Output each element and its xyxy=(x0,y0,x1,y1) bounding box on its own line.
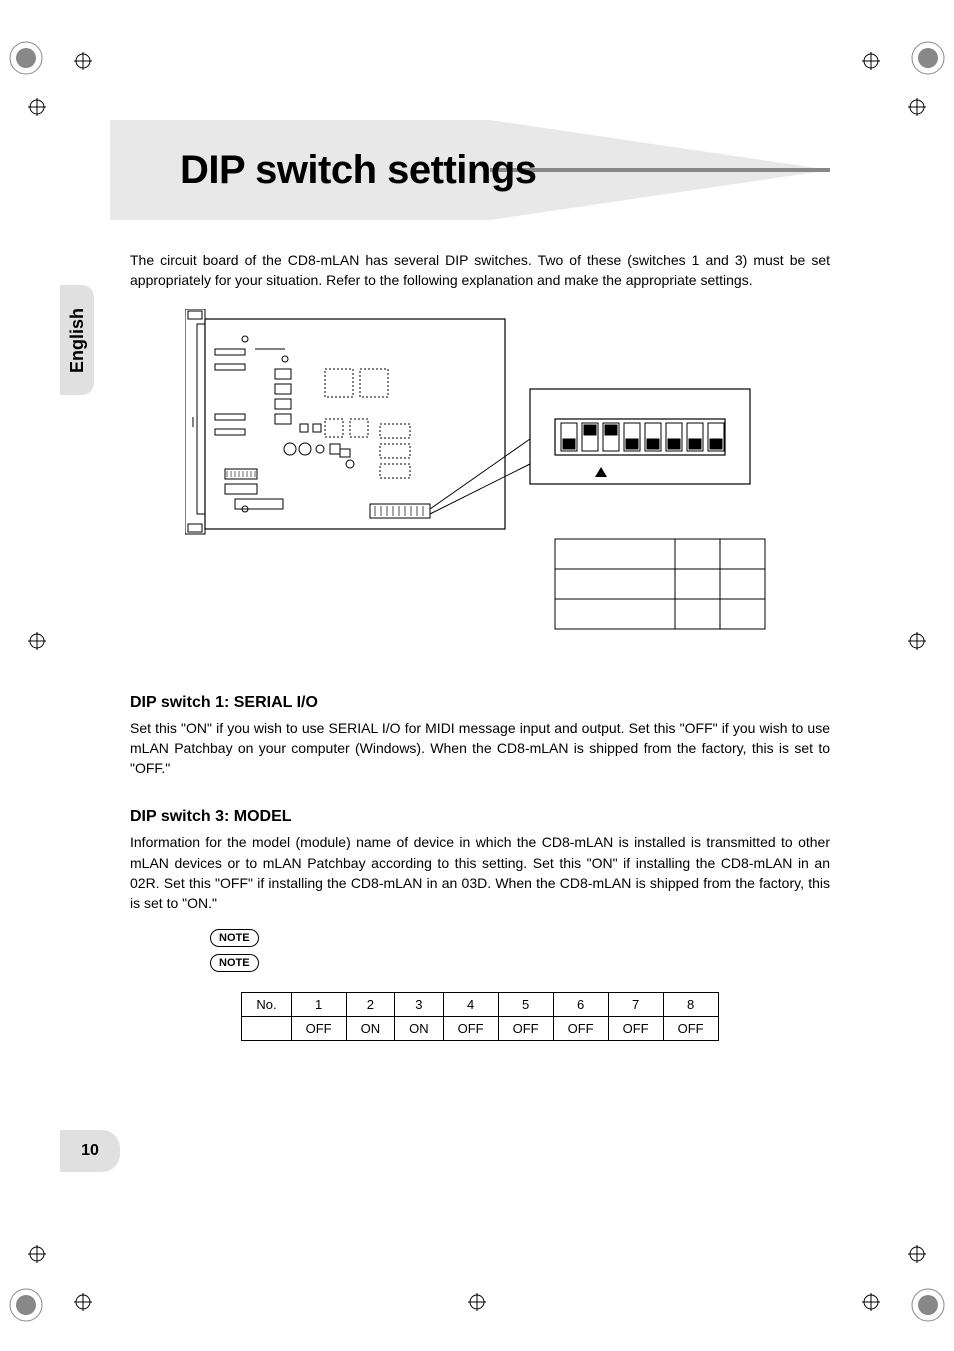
registration-mark-icon xyxy=(28,1245,46,1263)
table-header-cell: 2 xyxy=(346,992,395,1016)
registration-mark-icon xyxy=(28,632,46,650)
table-cell xyxy=(242,1016,291,1040)
prepress-corner-top-right xyxy=(910,40,946,76)
table-cell: OFF xyxy=(553,1016,608,1040)
table-cell: ON xyxy=(346,1016,395,1040)
section2-title: DIP switch 3: MODEL xyxy=(130,808,830,826)
table-header-cell: 4 xyxy=(443,992,498,1016)
prepress-corner-bottom-left xyxy=(8,1287,44,1323)
page-number: 10 xyxy=(81,1142,99,1160)
page-title: DIP switch settings xyxy=(130,120,830,193)
title-banner: DIP switch settings xyxy=(130,120,830,220)
table-header-cell: 7 xyxy=(608,992,663,1016)
table-header-row: No. 1 2 3 4 5 6 7 8 xyxy=(242,992,718,1016)
circuit-board-diagram xyxy=(185,309,775,654)
registration-mark-icon xyxy=(908,98,926,116)
registration-mark-icon xyxy=(908,632,926,650)
intro-paragraph: The circuit board of the CD8-mLAN has se… xyxy=(130,250,830,291)
table-cell: OFF xyxy=(663,1016,718,1040)
note-2: NOTE xyxy=(210,953,830,972)
table-row: OFF ON ON OFF OFF OFF OFF OFF xyxy=(242,1016,718,1040)
table-header-cell: 8 xyxy=(663,992,718,1016)
table-header-cell: 3 xyxy=(395,992,444,1016)
language-label: English xyxy=(67,307,88,372)
language-tab: English xyxy=(60,285,94,395)
table-header-cell: No. xyxy=(242,992,291,1016)
table-header-cell: 5 xyxy=(498,992,553,1016)
table-cell: OFF xyxy=(498,1016,553,1040)
registration-mark-icon xyxy=(908,1245,926,1263)
registration-mark-icon xyxy=(862,52,880,70)
prepress-corner-bottom-right xyxy=(910,1287,946,1323)
settings-table: No. 1 2 3 4 5 6 7 8 OFF ON ON OFF OFF OF… xyxy=(241,992,718,1041)
section1-title: DIP switch 1: SERIAL I/O xyxy=(130,694,830,712)
note-badge: NOTE xyxy=(210,954,259,972)
section1-body: Set this "ON" if you wish to use SERIAL … xyxy=(130,718,830,779)
prepress-corner-top-left xyxy=(8,40,44,76)
note-badge: NOTE xyxy=(210,929,259,947)
registration-mark-icon xyxy=(28,98,46,116)
registration-mark-icon xyxy=(74,52,92,70)
table-cell: OFF xyxy=(291,1016,346,1040)
table-cell: OFF xyxy=(608,1016,663,1040)
page-content: DIP switch settings The circuit board of… xyxy=(130,120,830,1041)
note-1: NOTE xyxy=(210,928,830,947)
settings-table-wrap: No. 1 2 3 4 5 6 7 8 OFF ON ON OFF OFF OF… xyxy=(130,992,830,1041)
registration-mark-icon xyxy=(862,1293,880,1311)
registration-mark-icon xyxy=(74,1293,92,1311)
table-cell: ON xyxy=(395,1016,444,1040)
registration-mark-icon xyxy=(468,1293,486,1311)
section2-body: Information for the model (module) name … xyxy=(130,832,830,913)
page-number-tab: 10 xyxy=(60,1130,120,1172)
table-header-cell: 6 xyxy=(553,992,608,1016)
table-header-cell: 1 xyxy=(291,992,346,1016)
table-cell: OFF xyxy=(443,1016,498,1040)
